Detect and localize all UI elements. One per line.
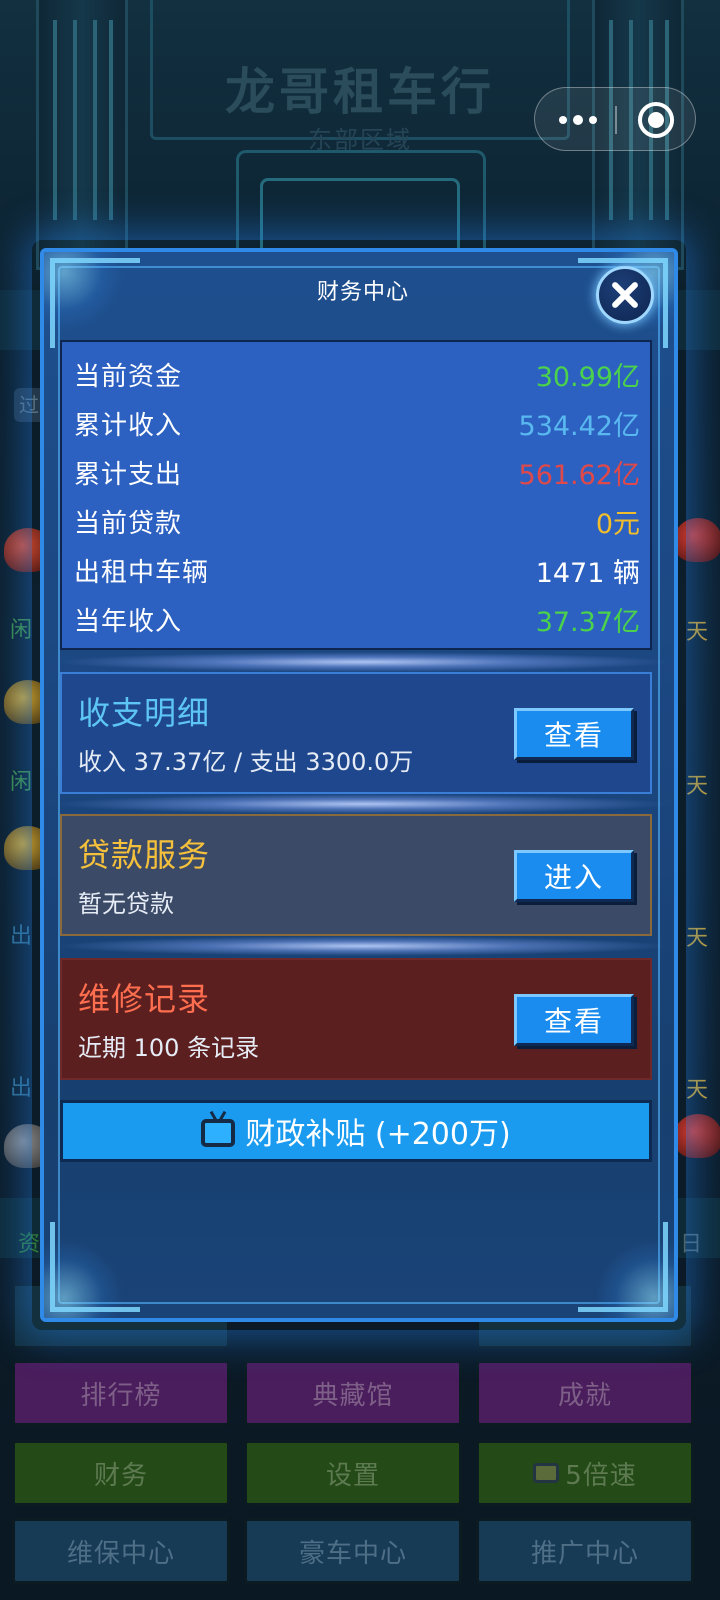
luxury-car-center-button[interactable]: 豪车中心 [244, 1518, 462, 1584]
dialog-title: 财务中心 [316, 280, 409, 305]
promotion-center-button[interactable]: 推广中心 [476, 1518, 694, 1584]
glow-divider [54, 794, 672, 814]
stat-label: 累计支出 [74, 459, 183, 490]
stat-label: 累计收入 [74, 410, 183, 441]
tv-icon [533, 1463, 560, 1483]
finance-center-dialog: 财务中心 当前资金 30.99亿 累计收入 534.42亿 累计支出 561.6… [40, 248, 678, 1322]
subsidy-button[interactable]: 财政补贴 (+200万) [60, 1100, 652, 1162]
stat-label: 当年收入 [74, 606, 183, 637]
finance-stats-panel: 当前资金 30.99亿 累计收入 534.42亿 累计支出 561.62亿 当前… [60, 340, 652, 650]
achievements-button[interactable]: 成就 [476, 1360, 694, 1426]
stat-row: 累计收入 534.42亿 [74, 399, 640, 447]
glow-divider [54, 652, 672, 672]
view-details-button[interactable]: 查看 [514, 708, 634, 760]
miniprogram-capsule [534, 87, 696, 151]
stat-value: 37.37亿 [535, 606, 640, 638]
corner-ornament [578, 1222, 668, 1312]
card-title: 收支明细 [78, 694, 211, 732]
bg-status-label: 闲 [10, 618, 33, 643]
stat-label: 当前贷款 [74, 508, 183, 539]
capsule-divider [615, 106, 617, 134]
bg-status-label: 闲 [10, 770, 33, 795]
card-subtitle: 收入 37.37亿 / 支出 3300.0万 [78, 748, 414, 776]
corner-ornament [50, 1222, 140, 1312]
card-subtitle: 暂无贷款 [78, 890, 174, 918]
stat-row: 当前资金 30.99亿 [74, 350, 640, 398]
repair-records-card: 维修记录 近期 100 条记录 查看 [60, 958, 652, 1080]
stat-row: 当年收入 37.37亿 [74, 595, 640, 643]
close-miniprogram-icon[interactable] [638, 102, 674, 138]
settings-button[interactable]: 设置 [244, 1440, 462, 1506]
stat-label: 当前资金 [74, 361, 183, 392]
finance-button[interactable]: 财务 [12, 1440, 230, 1506]
stat-value: 30.99亿 [535, 361, 640, 393]
tv-icon [201, 1119, 236, 1147]
card-title: 维修记录 [78, 980, 211, 1018]
collection-button[interactable]: 典藏馆 [244, 1360, 462, 1426]
enter-loan-button[interactable]: 进入 [514, 850, 634, 902]
income-expense-card: 收支明细 收入 37.37亿 / 支出 3300.0万 查看 [60, 672, 652, 794]
speed-5x-button[interactable]: 5倍速 [476, 1440, 694, 1506]
stat-label: 出租中车辆 [74, 557, 210, 588]
card-title: 贷款服务 [78, 836, 211, 874]
stat-value: 1471 辆 [535, 557, 640, 589]
bg-days-label: 天 [686, 1078, 709, 1103]
stat-value: 534.42亿 [518, 410, 640, 442]
game-screen: 龙哥租车行 东部区域 过 闲 闲 出 出 天 天 天 天 资 日 排行榜 典藏馆… [0, 0, 720, 1600]
glow-divider [54, 936, 672, 956]
bg-days-label: 天 [686, 774, 709, 799]
close-button[interactable] [596, 266, 654, 324]
bg-days-label: 天 [686, 926, 709, 951]
bg-days-label: 天 [686, 620, 709, 645]
maintenance-center-button[interactable]: 维保中心 [12, 1518, 230, 1584]
bg-status-label: 出 [10, 924, 33, 949]
loan-service-card: 贷款服务 暂无贷款 进入 [60, 814, 652, 936]
stat-row: 累计支出 561.62亿 [74, 448, 640, 496]
bg-status-label: 出 [10, 1076, 33, 1101]
stat-value: 0元 [595, 508, 640, 540]
close-icon [610, 280, 640, 310]
subsidy-label: 财政补贴 (+200万) [245, 1117, 511, 1152]
ranking-button[interactable]: 排行榜 [12, 1360, 230, 1426]
stat-row: 当前贷款 0元 [74, 497, 640, 545]
more-menu-icon[interactable] [559, 108, 599, 132]
speed-5x-label: 5倍速 [565, 1460, 637, 1491]
view-repairs-button[interactable]: 查看 [514, 994, 634, 1046]
stat-row: 出租中车辆 1471 辆 [74, 546, 640, 594]
stat-value: 561.62亿 [518, 459, 640, 491]
card-subtitle: 近期 100 条记录 [78, 1034, 260, 1062]
